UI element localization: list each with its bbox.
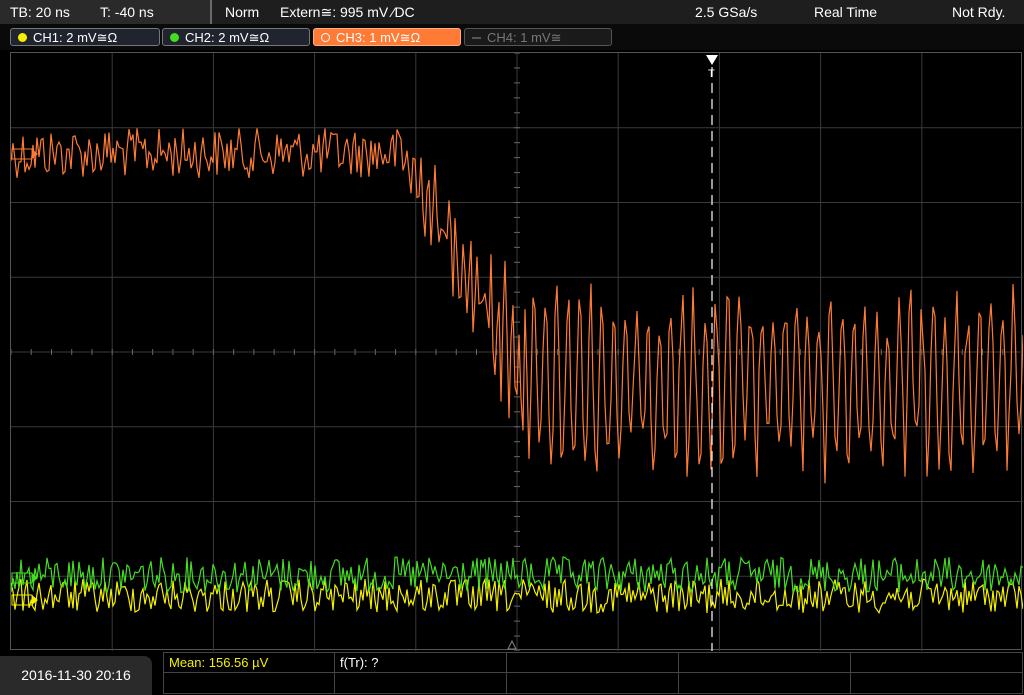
center-marker-icon bbox=[507, 639, 517, 650]
measurement-slot-5[interactable] bbox=[851, 652, 1023, 673]
trigger-marker-label: T bbox=[708, 68, 715, 80]
acquisition-mode: Real Time bbox=[814, 4, 878, 20]
timebase-box[interactable]: TB: 20 ns T: -40 ns bbox=[0, 0, 212, 24]
measurement-slot-7[interactable] bbox=[335, 673, 507, 694]
measurement-slot-3[interactable] bbox=[507, 652, 679, 673]
measurement-slot-6[interactable] bbox=[163, 673, 335, 694]
rise-time-measurement[interactable]: f(Tr): ? bbox=[335, 652, 507, 673]
channel-3-label: CH3: 1 mV≅Ω bbox=[336, 30, 421, 45]
channel-2-label: CH2: 2 mV≅Ω bbox=[185, 30, 270, 45]
channel-1-tab[interactable]: CH1: 2 mV≅Ω bbox=[10, 28, 160, 46]
channel-bar: CH1: 2 mV≅Ω CH2: 2 mV≅Ω CH3: 1 mV≅Ω CH4:… bbox=[0, 24, 1024, 50]
timebase-label: TB: 20 ns bbox=[10, 4, 70, 20]
acquisition-state: Not Rdy. bbox=[952, 4, 1006, 20]
channel-3-tab[interactable]: CH3: 1 mV≅Ω bbox=[313, 28, 461, 46]
channel-4-label: CH4: 1 mV≅ bbox=[487, 30, 562, 45]
trigger-position-label: T: -40 ns bbox=[100, 4, 154, 20]
measurement-slot-8[interactable] bbox=[507, 673, 679, 694]
measurement-panel[interactable]: Mean: 156.56 µV f(Tr): ? bbox=[163, 652, 1024, 695]
waveform-display[interactable]: T bbox=[10, 52, 1024, 652]
channel-2-dot-icon bbox=[170, 33, 179, 42]
status-bar: TB: 20 ns T: -40 ns Norm Extern≅: 995 mV… bbox=[0, 0, 1024, 24]
measurement-slot-9[interactable] bbox=[679, 673, 851, 694]
trigger-source[interactable]: Extern≅: 995 mV ⁄DC bbox=[280, 0, 415, 24]
channel-2-tab[interactable]: CH2: 2 mV≅Ω bbox=[162, 28, 310, 46]
mean-measurement[interactable]: Mean: 156.56 µV bbox=[163, 652, 335, 673]
trigger-arrow-icon[interactable] bbox=[706, 55, 718, 65]
channel-3-dot-icon bbox=[321, 33, 330, 42]
trigger-mode[interactable]: Norm bbox=[225, 0, 259, 24]
sample-rate: 2.5 GSa/s bbox=[695, 4, 758, 20]
channel-4-tab[interactable]: CH4: 1 mV≅ bbox=[464, 28, 612, 46]
channel-1-dot-icon bbox=[18, 33, 27, 42]
waveform-svg: T bbox=[10, 52, 1024, 652]
datetime-display: 2016-11-30 20:16 bbox=[0, 656, 152, 695]
channel-4-dash-icon bbox=[472, 37, 481, 39]
measurement-slot-10[interactable] bbox=[851, 673, 1023, 694]
channel-1-label: CH1: 2 mV≅Ω bbox=[33, 30, 118, 45]
measurement-slot-4[interactable] bbox=[679, 652, 851, 673]
